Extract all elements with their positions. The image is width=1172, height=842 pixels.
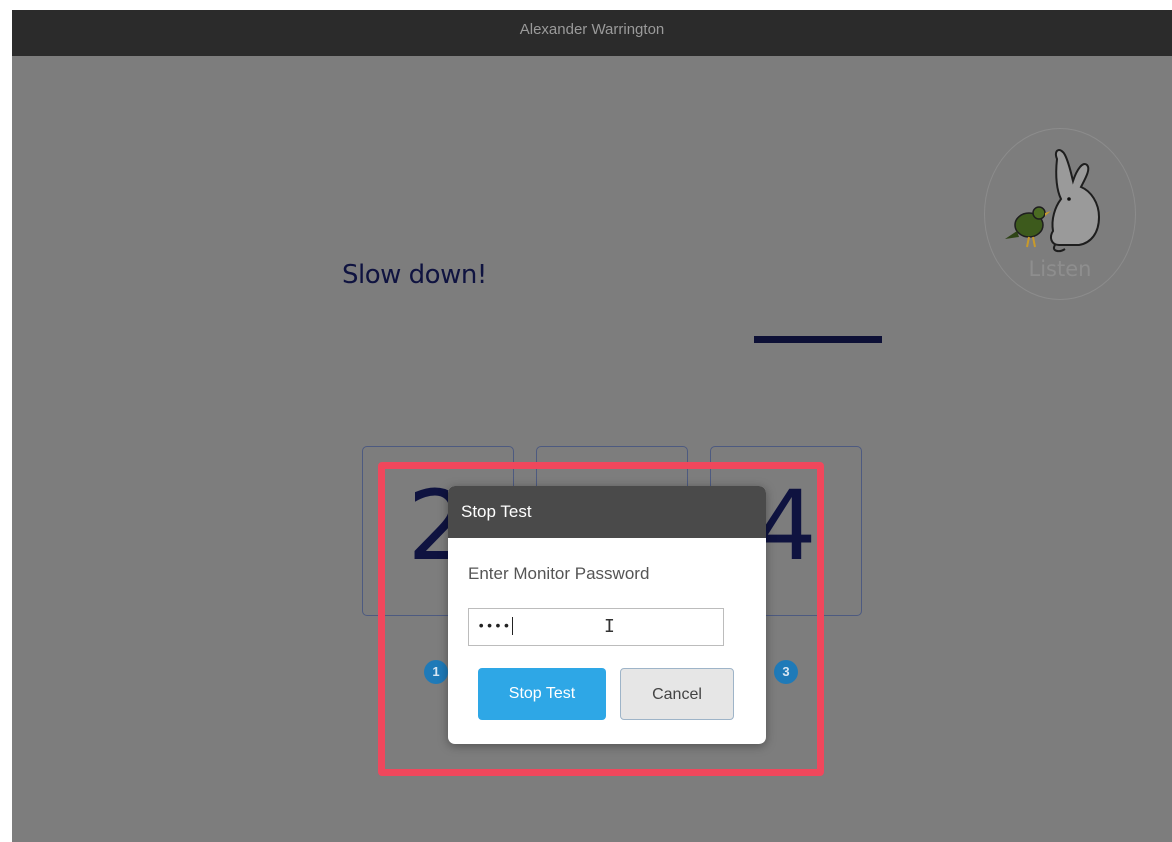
monitor-password-input[interactable]: •••• [468,608,724,646]
listen-label: Listen [1028,257,1092,281]
answer-blank-line [754,336,882,343]
listen-button[interactable]: Listen [984,128,1136,300]
cancel-button[interactable]: Cancel [620,668,734,720]
password-value: •••• [477,619,511,635]
app-window: Alexander Warrington Slow down! Listen 2… [12,10,1172,842]
rabbit-and-bird-icon [1005,149,1101,253]
text-cursor-icon: I [604,616,615,637]
stop-test-dialog: Stop Test Enter Monitor Password •••• I … [448,486,766,744]
text-caret [511,617,513,636]
dialog-title: Stop Test [448,486,766,538]
password-label: Enter Monitor Password [468,564,650,583]
question-prompt: Slow down! [342,260,487,290]
student-name-title: Alexander Warrington [12,10,1172,56]
stop-test-button[interactable]: Stop Test [478,668,606,720]
